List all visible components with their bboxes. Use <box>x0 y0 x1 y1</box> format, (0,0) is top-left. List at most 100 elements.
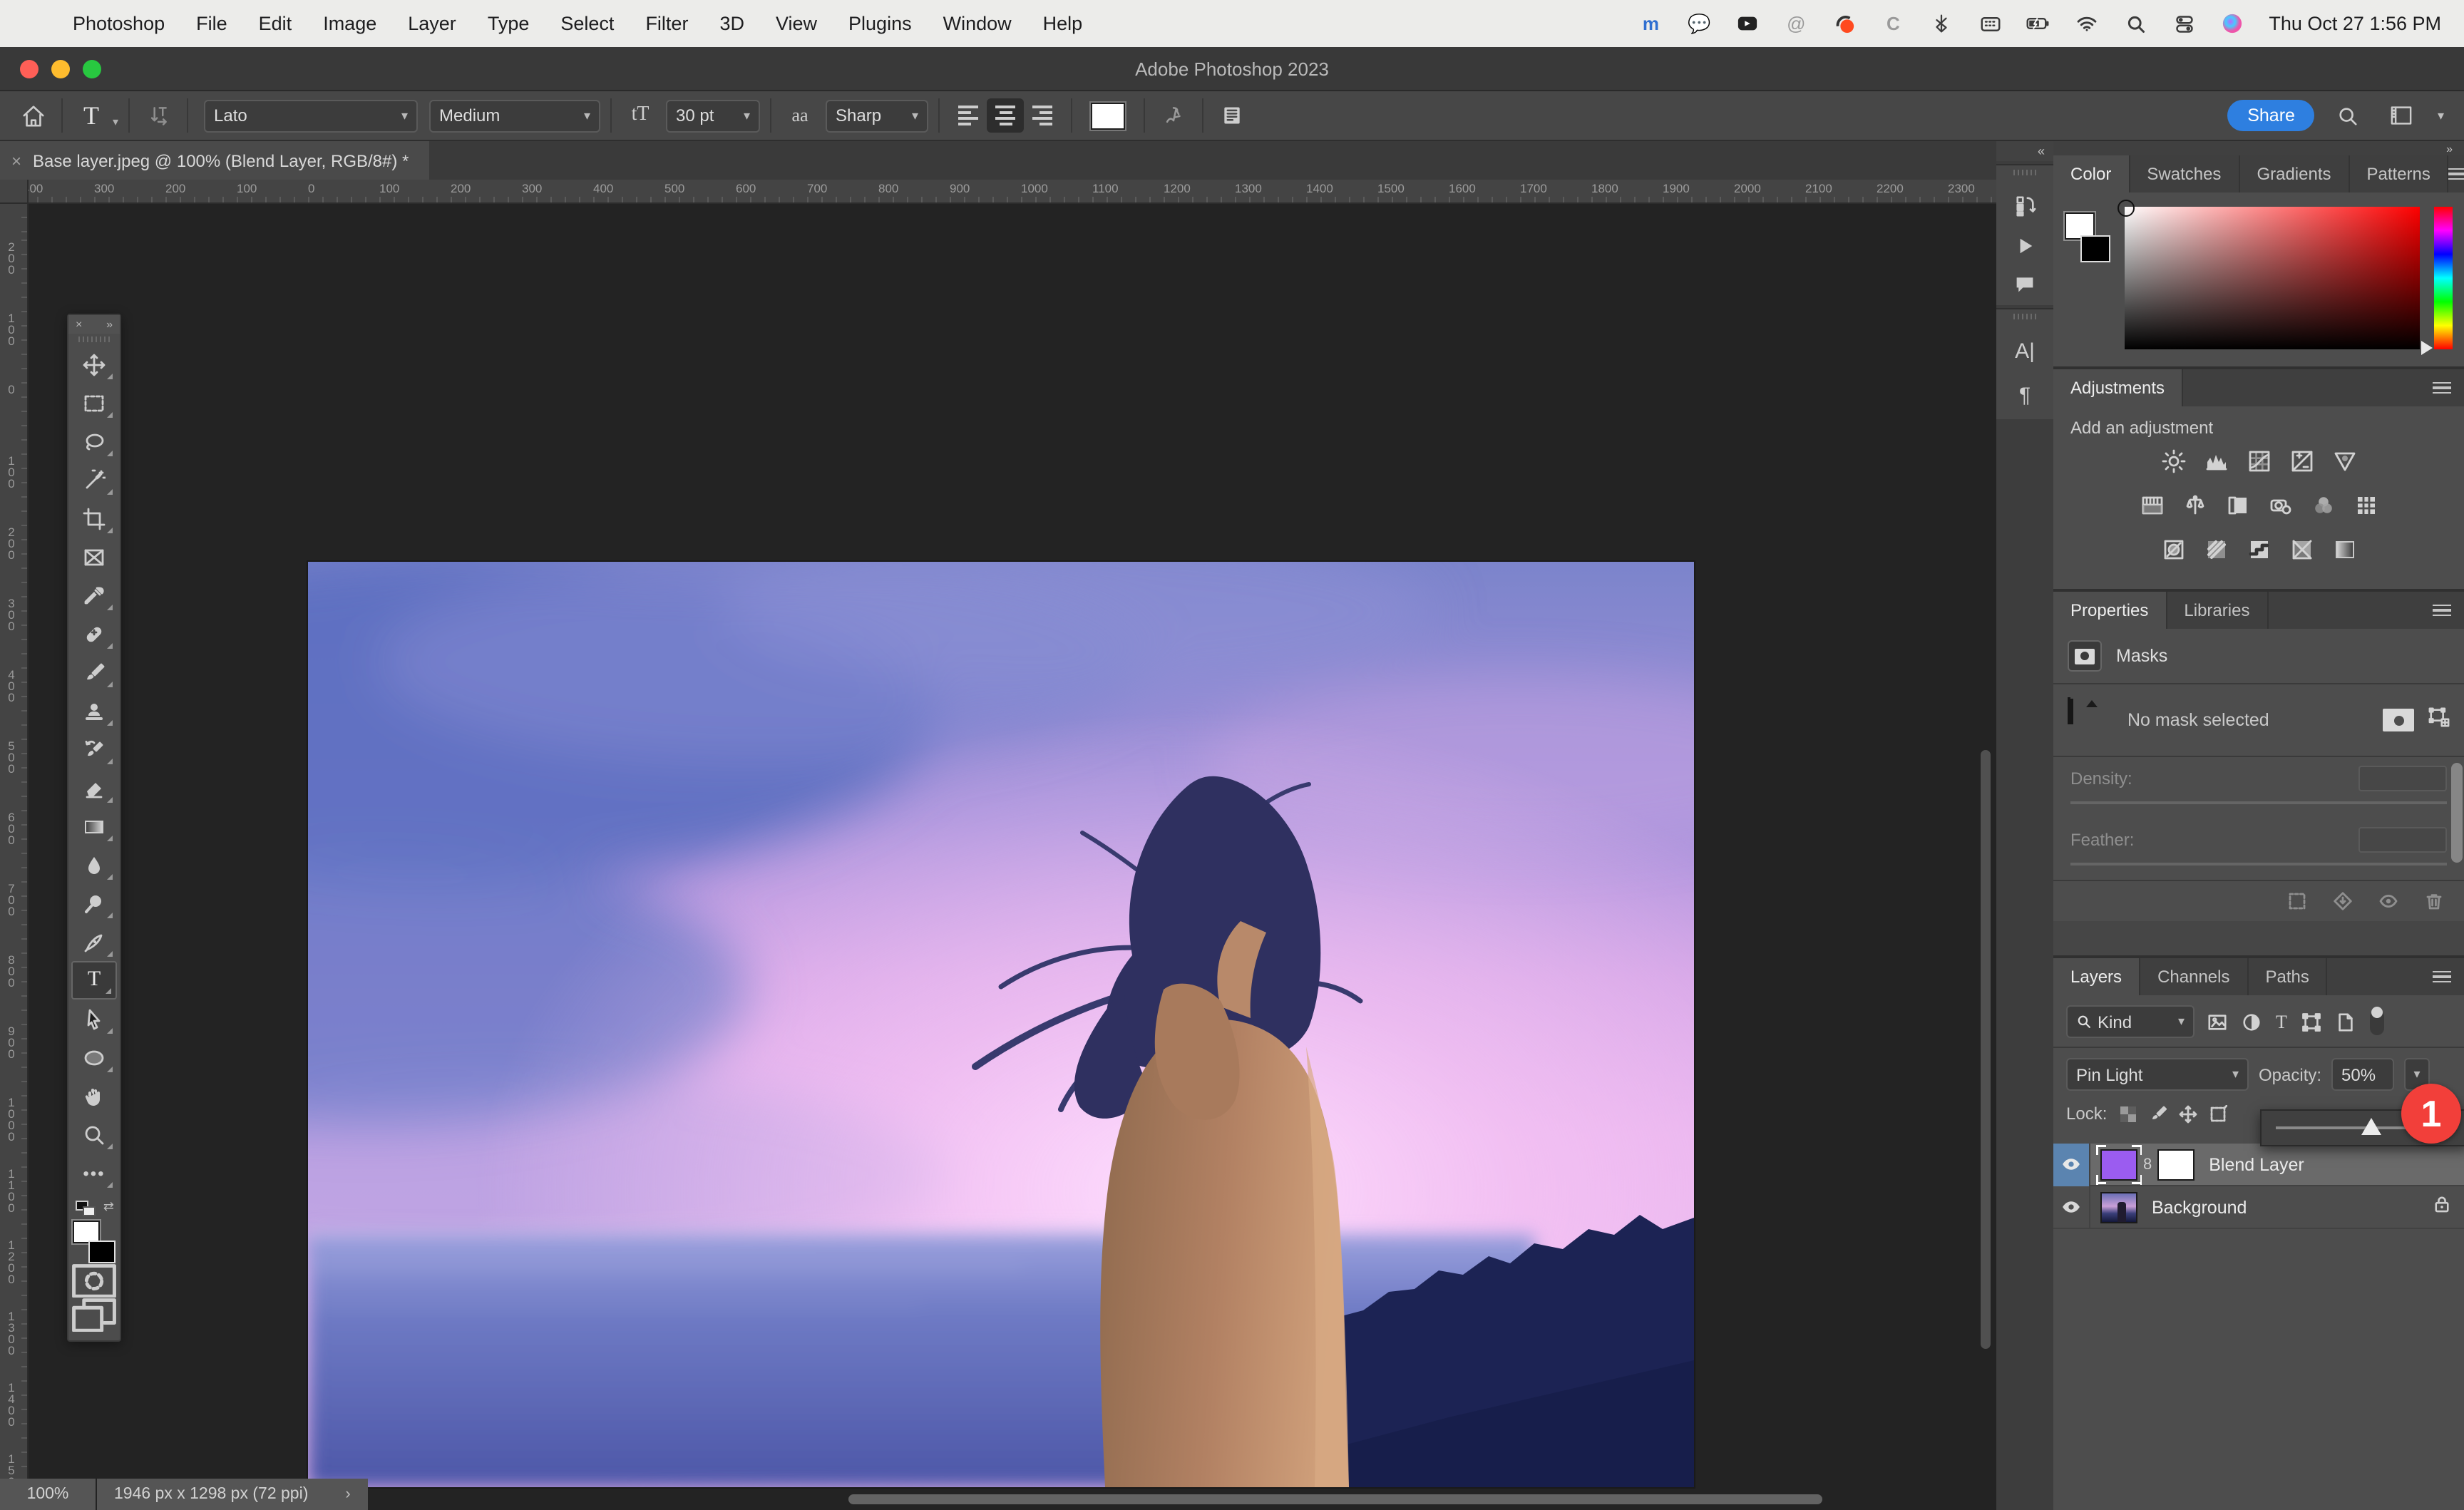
dock-grip[interactable] <box>2013 170 2037 175</box>
font-size-select[interactable]: 30 pt ▾ <box>666 99 761 132</box>
eyedropper-tool[interactable] <box>71 576 117 615</box>
brush-tool[interactable] <box>71 653 117 692</box>
screen-mode-button[interactable] <box>71 1298 117 1332</box>
color-fg-bg-swatches[interactable] <box>2063 211 2113 267</box>
healing-brush-tool[interactable] <box>71 615 117 653</box>
tool-preset-chevron-icon[interactable]: ▾ <box>113 115 118 128</box>
text-orientation-icon[interactable] <box>140 96 177 135</box>
battery-icon[interactable] <box>2026 11 2050 36</box>
foreground-background-swatches[interactable] <box>71 1219 115 1263</box>
filter-toggle[interactable] <box>2369 1006 2384 1034</box>
menu-item[interactable]: Help <box>1027 13 1099 34</box>
channel-mixer-icon[interactable] <box>2311 493 2335 525</box>
density-value-field[interactable] <box>2358 766 2447 791</box>
shape-tool[interactable] <box>71 1038 117 1077</box>
menu-item[interactable]: Type <box>472 13 545 34</box>
collapse-panels-icon[interactable]: « <box>1996 141 2053 161</box>
saturation-brightness-field[interactable] <box>2118 200 2420 349</box>
chevron-down-icon[interactable]: ▾ <box>2438 108 2444 123</box>
exposure-icon[interactable] <box>2289 449 2314 481</box>
feather-value-field[interactable] <box>2358 827 2447 853</box>
spotlight-search-icon[interactable] <box>2123 11 2147 36</box>
crop-tool[interactable] <box>71 499 117 538</box>
tab-layers[interactable]: Layers <box>2053 958 2141 995</box>
character-panel-icon[interactable]: A| <box>2015 339 2035 364</box>
menu-item[interactable]: Filter <box>630 13 704 34</box>
menu-item[interactable]: Layer <box>392 13 472 34</box>
history-panel-icon[interactable] <box>2014 195 2036 217</box>
tab-swatches[interactable]: Swatches <box>2130 155 2240 192</box>
mask-visibility-eye-icon[interactable] <box>2378 891 2398 911</box>
filter-type-layers-icon[interactable]: T <box>2276 1010 2287 1033</box>
frame-tool[interactable] <box>71 538 117 576</box>
lock-position-icon[interactable] <box>2178 1104 2197 1123</box>
workspace-switcher-icon[interactable] <box>2383 96 2421 135</box>
tab-paths[interactable]: Paths <box>2248 958 2328 995</box>
color-picker-ring[interactable] <box>2118 200 2135 217</box>
mail-app-icon[interactable]: m <box>1638 11 1663 36</box>
anti-alias-select[interactable]: Sharp ▾ <box>826 99 929 132</box>
home-icon[interactable] <box>14 96 51 135</box>
horizontal-ruler[interactable]: 400 300 200 100 0 100 200 300 400 500 600 700 800 900… <box>0 180 1996 204</box>
document-info[interactable]: 1946 px x 1298 px (72 ppi) › <box>97 1479 368 1510</box>
opacity-value-field[interactable]: 50% <box>2331 1058 2395 1091</box>
layer-thumbnail[interactable] <box>2096 1144 2142 1184</box>
vertical-scrollbar[interactable] <box>1981 750 1991 1349</box>
swap-colors-icon[interactable]: ⇄ <box>103 1199 114 1215</box>
zoom-tool[interactable] <box>71 1115 117 1154</box>
video-app-icon[interactable] <box>1735 11 1760 36</box>
horizontal-scrollbar[interactable] <box>848 1494 1822 1504</box>
vertical-ruler[interactable]: 200 100 0 100 200 300 400 500 600 700 800 900 1000 11… <box>0 204 29 1510</box>
move-tool[interactable] <box>71 345 117 384</box>
panel-menu-icon[interactable] <box>2448 155 2464 192</box>
feather-slider[interactable] <box>2070 863 2447 866</box>
filter-smart-objects-icon[interactable] <box>2336 1012 2356 1032</box>
tab-gradients[interactable]: Gradients <box>2239 155 2350 192</box>
close-tab-icon[interactable]: × <box>11 150 21 170</box>
lasso-tool[interactable] <box>71 422 117 461</box>
layer-row-blend-layer[interactable]: 8 Blend Layer <box>2053 1143 2464 1186</box>
lock-artboard-icon[interactable] <box>2208 1104 2227 1123</box>
layer-name[interactable]: Blend Layer <box>2209 1154 2304 1174</box>
font-family-select[interactable]: Lato ▾ <box>204 99 419 132</box>
type-tool-preset-icon[interactable]: T <box>73 96 110 135</box>
comments-panel-icon[interactable] <box>2015 275 2035 294</box>
align-center-button[interactable] <box>987 98 1025 133</box>
tab-patterns[interactable]: Patterns <box>2350 155 2449 192</box>
menu-item[interactable]: View <box>760 13 833 34</box>
menu-item[interactable]: File <box>180 13 243 34</box>
layer-row-background[interactable]: Background <box>2053 1186 2464 1229</box>
background-color-swatch[interactable] <box>2080 235 2110 262</box>
add-vector-mask-icon[interactable] <box>2428 706 2450 734</box>
background-color-swatch[interactable] <box>88 1241 115 1263</box>
selective-color-icon[interactable] <box>2289 538 2314 569</box>
align-right-button[interactable] <box>1024 98 1061 133</box>
close-window-button[interactable] <box>20 60 38 78</box>
document-tab[interactable]: × Base layer.jpeg @ 100% (Blend Layer, R… <box>0 141 429 180</box>
photo-filter-icon[interactable] <box>2268 493 2292 525</box>
history-brush-tool[interactable] <box>71 730 117 769</box>
color-balance-icon[interactable] <box>2182 493 2207 525</box>
default-colors-icon[interactable]: ⇄ <box>73 1198 115 1218</box>
menu-item[interactable]: Image <box>307 13 392 34</box>
tab-color[interactable]: Color <box>2053 155 2130 192</box>
zoom-level[interactable]: 100% <box>0 1479 96 1510</box>
menu-item[interactable]: Select <box>545 13 630 34</box>
tab-properties[interactable]: Properties <box>2053 592 2167 629</box>
siri-icon[interactable] <box>2220 11 2244 36</box>
actions-panel-icon[interactable] <box>2016 237 2034 255</box>
delete-mask-trash-icon[interactable] <box>2424 891 2444 911</box>
warp-text-icon[interactable] <box>1155 96 1192 135</box>
bluetooth-icon[interactable] <box>1929 11 1954 36</box>
wifi-icon[interactable] <box>2075 11 2099 36</box>
menu-item[interactable]: 3D <box>704 13 760 34</box>
spiral-app-icon[interactable]: @ <box>1784 11 1808 36</box>
black-white-icon[interactable] <box>2225 493 2249 525</box>
expand-dock-icon[interactable]: » <box>2053 141 2464 155</box>
path-selection-tool[interactable] <box>71 1000 117 1038</box>
layer-visibility-cell[interactable] <box>2053 1186 2090 1228</box>
font-style-select[interactable]: Medium ▾ <box>429 99 601 132</box>
menu-item[interactable]: Window <box>928 13 1027 34</box>
layer-name[interactable]: Background <box>2152 1197 2247 1217</box>
layer-lock-icon[interactable] <box>2434 1194 2450 1220</box>
